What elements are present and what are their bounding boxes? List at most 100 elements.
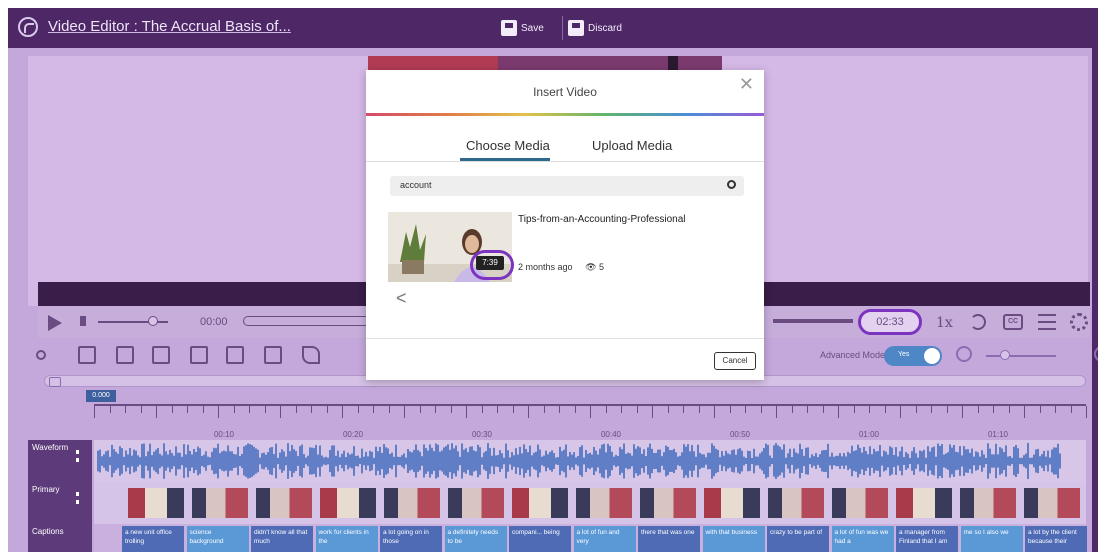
zoom-in-icon[interactable] xyxy=(1094,346,1098,362)
play-icon[interactable] xyxy=(48,315,62,331)
playback-speed-button[interactable]: 1x xyxy=(936,315,953,331)
primary-track[interactable] xyxy=(94,482,1086,524)
primary-menu-icon[interactable] xyxy=(76,492,79,504)
active-tab-underline xyxy=(460,158,550,161)
ruler-tick xyxy=(822,406,824,413)
insert-video-icon[interactable] xyxy=(190,346,208,364)
frame-thumbnail xyxy=(640,488,696,518)
frame-thumbnail xyxy=(320,488,376,518)
ruler-tick xyxy=(652,406,653,418)
cancel-button[interactable]: Cancel xyxy=(714,352,756,370)
ruler-tick xyxy=(543,406,545,413)
save-icon xyxy=(501,20,517,36)
caption-block[interactable]: there that was one xyxy=(638,526,700,552)
advanced-mode-toggle[interactable]: Yes xyxy=(884,346,942,366)
ruler-tick xyxy=(342,406,343,418)
caption-block[interactable]: a lot of fun was we had a xyxy=(831,526,894,552)
caption-block[interactable]: work for clients in the xyxy=(315,526,378,552)
save-button[interactable]: Save xyxy=(501,16,544,40)
ruler-tick xyxy=(450,406,452,413)
volume-icon[interactable] xyxy=(80,316,86,326)
tab-upload-media[interactable]: Upload Media xyxy=(592,138,672,153)
ruler-tick xyxy=(466,406,467,418)
transcript-list-icon[interactable] xyxy=(1038,314,1056,330)
advanced-mode-label: Advanced Mode xyxy=(820,350,886,360)
waveform-graphic xyxy=(97,443,1061,479)
ruler-tick xyxy=(1055,406,1056,413)
playhead-time: 0.000 xyxy=(86,390,116,402)
waveform-label: Waveform xyxy=(32,443,69,452)
caption-block[interactable]: a definitely needs to be xyxy=(444,526,507,552)
volume-slider-handle[interactable] xyxy=(148,316,158,326)
zoom-slider-handle[interactable] xyxy=(1000,350,1010,360)
editor-title[interactable]: Video Editor : The Accrual Basis of... xyxy=(48,18,291,35)
ruler-tick xyxy=(977,406,979,413)
tab-choose-media[interactable]: Choose Media xyxy=(466,138,550,153)
discard-button[interactable]: Discard xyxy=(568,16,622,40)
waveform-track[interactable] xyxy=(94,440,1086,482)
insert-image-icon[interactable] xyxy=(226,346,244,364)
caption-block[interactable]: a lot going on in those xyxy=(380,526,442,552)
ruler-tick xyxy=(559,406,560,413)
caption-block[interactable]: science background xyxy=(186,526,249,552)
ruler-tick xyxy=(993,406,994,413)
caption-block[interactable]: with that business xyxy=(702,526,765,552)
ruler-tick xyxy=(946,406,948,413)
video-title-link[interactable]: Tips-from-an-Accounting-Professional xyxy=(518,214,685,225)
insert-text-icon[interactable] xyxy=(264,346,282,364)
frame-thumbnail xyxy=(768,488,824,518)
ruler-tick xyxy=(187,406,188,413)
ruler-tick xyxy=(280,406,281,418)
view-count: 5 xyxy=(599,262,605,272)
ruler-tick xyxy=(94,406,95,418)
ruler-tick xyxy=(388,406,390,413)
search-field[interactable]: account xyxy=(390,176,744,196)
caption-block[interactable]: crazy to be part of xyxy=(767,526,829,552)
ruler-tick xyxy=(249,406,250,413)
frame-thumbnail xyxy=(448,488,504,518)
timeline-ruler[interactable]: 00:10 00:20 00:30 00:40 00:50 01:00 01:10 xyxy=(94,404,1087,440)
caption-block[interactable]: didn't know all that much xyxy=(251,526,313,552)
scissors-icon[interactable] xyxy=(36,350,46,360)
replay-icon[interactable] xyxy=(970,314,986,330)
seek-bar-end[interactable] xyxy=(773,319,853,323)
ruler-tick xyxy=(729,406,731,413)
close-icon[interactable]: ✕ xyxy=(739,74,754,95)
caption-block[interactable]: a lot of fun and very xyxy=(573,526,636,552)
caption-block[interactable]: me so I also we xyxy=(960,526,1023,552)
captions-track[interactable]: a new unit office trolling science backgr… xyxy=(94,524,1087,552)
frame-thumbnail xyxy=(960,488,1016,518)
current-time: 00:00 xyxy=(200,316,228,328)
insert-slide-icon[interactable] xyxy=(152,346,170,364)
closed-captions-icon[interactable]: CC xyxy=(1003,314,1023,330)
ruler-tick xyxy=(760,406,762,413)
caption-block[interactable]: compani... being xyxy=(509,526,571,552)
ruler-tick xyxy=(574,406,576,413)
zoom-out-icon[interactable] xyxy=(956,346,972,362)
search-icon[interactable] xyxy=(727,180,736,189)
track-label-captions: Captions xyxy=(28,524,92,552)
frame-thumbnail xyxy=(512,488,568,518)
ruler-tick xyxy=(373,406,374,413)
ruler-tick xyxy=(590,406,591,418)
ruler-tick xyxy=(807,406,808,413)
caption-block[interactable]: a lot by the client because their xyxy=(1025,526,1087,552)
ruler-tick xyxy=(1008,406,1010,413)
toolbar-divider xyxy=(562,16,563,40)
ruler-tick xyxy=(264,406,266,413)
ruler-label: 01:10 xyxy=(987,430,1009,439)
seek-bar[interactable] xyxy=(243,316,383,326)
caption-block[interactable]: a new unit office trolling xyxy=(122,526,184,552)
gear-icon[interactable] xyxy=(1070,313,1088,331)
pencil-icon[interactable] xyxy=(302,346,320,364)
ruler-tick xyxy=(900,406,901,418)
ruler-tick xyxy=(1086,406,1087,418)
previous-page-icon[interactable]: < xyxy=(396,288,407,309)
ruler-tick xyxy=(853,406,855,413)
redo-icon[interactable] xyxy=(116,346,134,364)
undo-icon[interactable] xyxy=(78,346,96,364)
waveform-menu-icon[interactable] xyxy=(76,450,79,462)
zoom-slider[interactable] xyxy=(986,355,1056,357)
search-input[interactable]: account xyxy=(400,180,432,190)
caption-block[interactable]: a manager from Finland that I am xyxy=(896,526,958,552)
